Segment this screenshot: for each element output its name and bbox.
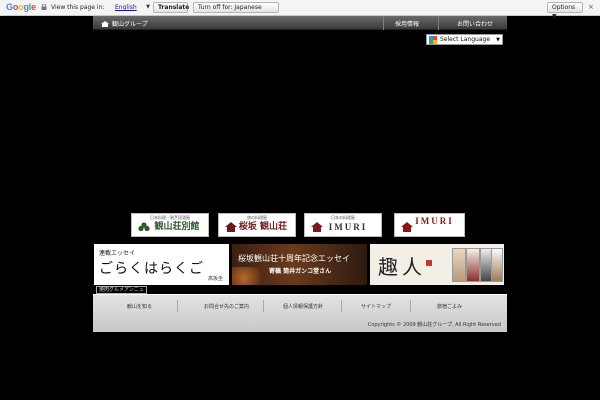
footer-divider	[410, 300, 411, 312]
footer-link-contact-info[interactable]: お問合せ先のご案内	[204, 303, 249, 310]
select-language-dropdown[interactable]: Select Language ▼	[426, 34, 503, 45]
anniversary-essay-banner[interactable]: 桜坂観山荘十周年記念エッセイ 寄稿 筒井ガンコ堂さん	[232, 244, 367, 285]
clover-logo-icon	[138, 222, 150, 232]
food-photo	[232, 267, 262, 285]
close-icon[interactable]: ×	[588, 3, 594, 11]
magazine-cover	[491, 248, 503, 282]
home-link-label: 観山グループ	[112, 21, 148, 28]
options-button[interactable]: Options ▼	[547, 2, 583, 20]
home-link[interactable]: 観山グループ	[101, 19, 148, 28]
shumi-banner[interactable]: 趣人	[370, 244, 504, 285]
select-language-value: Select Language	[440, 36, 491, 43]
lock-icon	[41, 4, 47, 10]
magazine-cover	[466, 248, 480, 282]
house-logo-icon	[401, 222, 413, 232]
chevron-down-icon: ▼	[146, 4, 150, 10]
home-icon	[101, 21, 109, 27]
language-dropdown[interactable]: English ▼	[112, 2, 152, 13]
essay-kicker: 連載エッセイ	[99, 250, 136, 257]
site-header: 観山グループ 採用情報 お問い合わせ	[93, 16, 507, 30]
house-logo-icon	[311, 222, 323, 232]
anniversary-title: 桜坂観山荘十周年記念エッセイ	[238, 254, 350, 263]
footer-divider	[263, 300, 264, 312]
footer-link-about[interactable]: 観山を知る	[127, 303, 152, 310]
red-seal-icon	[426, 260, 432, 266]
header-divider	[438, 16, 439, 30]
brand-imuri[interactable]: 日本の料理屋 IMURI	[304, 213, 382, 237]
google-logo: Google	[6, 2, 36, 12]
translate-button[interactable]: Translate	[153, 2, 189, 13]
essay-author: 高坂圭	[207, 276, 223, 282]
brand-sakurazaka-kanzanso[interactable]: 旅の料理屋 桜坂 観山荘	[218, 213, 296, 237]
contact-link[interactable]: お問い合わせ	[457, 19, 493, 28]
language-value: English	[115, 4, 137, 11]
essay-banner[interactable]: 連載エッセイ ごらくはらくご 高坂圭	[94, 244, 229, 285]
brand-kanzanso-bekkan[interactable]: 日本料理・割烹居酒屋 観山荘別館	[131, 213, 209, 237]
footer-divider	[341, 300, 342, 312]
translate-prompt: View this page in:	[51, 4, 105, 11]
anniversary-byline: 寄稿 筒井ガンコ堂さん	[269, 268, 332, 275]
header-divider	[383, 16, 384, 30]
translate-bar: Google View this page in: English ▼ Tran…	[0, 0, 600, 20]
magazine-cover	[452, 248, 466, 282]
shumi-title: 趣人	[378, 255, 426, 279]
copyright: Copyrights © 2009 観山荘グループ, All Right Res…	[367, 322, 501, 328]
turn-off-button[interactable]: Turn off for: Japanese	[193, 2, 279, 13]
recruit-link[interactable]: 採用情報	[395, 19, 419, 28]
footer-link-sitemap[interactable]: サイトマップ	[361, 303, 391, 310]
essay-title: ごらくはらくご	[99, 261, 204, 277]
google-g-icon	[429, 36, 437, 44]
house-logo-icon	[225, 222, 237, 232]
brand-imuri-2[interactable]: IMURI	[394, 213, 465, 237]
footer-link-privacy[interactable]: 個人情報保護方針	[283, 303, 323, 310]
footer-link-calendar[interactable]: 旅宿ごよみ	[437, 303, 462, 310]
gourmet-tag-link[interactable]: 焼肉グルメアンニュ	[96, 286, 147, 294]
footer-divider	[177, 300, 178, 312]
footer: 観山を知る お問合せ先のご案内 個人情報保護方針 サイトマップ 旅宿ごよみ Co…	[93, 294, 507, 332]
chevron-down-icon: ▼	[496, 37, 500, 43]
